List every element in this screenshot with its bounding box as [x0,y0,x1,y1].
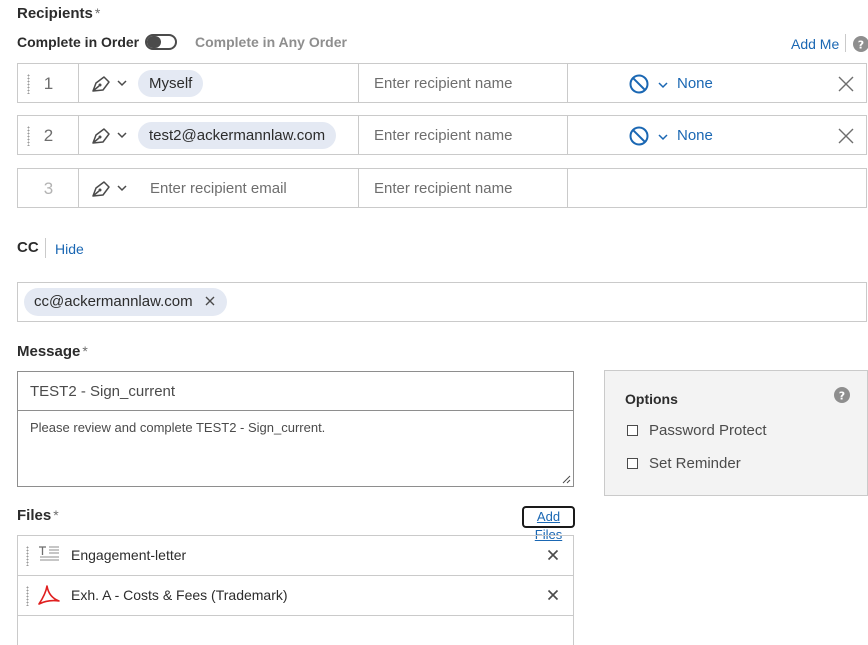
close-icon[interactable] [205,296,215,306]
file-name: Exh. A - Costs & Fees (Trademark) [71,587,288,603]
file-row: Exh. A - Costs & Fees (Trademark) [17,575,574,616]
auth-method-label: None [677,127,713,144]
remove-recipient-icon[interactable] [838,128,854,144]
options-panel: Options ? Password Protect Set Reminder [604,370,868,496]
block-icon [629,126,649,146]
complete-in-order-label: Complete in Order [17,34,140,50]
recipient-order-cell: 2 [18,116,79,154]
file-row [17,615,574,645]
message-heading: Message * [17,343,88,360]
options-title: Options [625,391,678,407]
svg-text:?: ? [839,390,845,403]
cc-hide-link[interactable]: Hide [55,241,84,257]
cc-input[interactable]: cc@ackermannlaw.com [17,282,867,322]
set-reminder-checkbox[interactable] [627,458,638,469]
chevron-down-icon[interactable] [116,182,128,194]
remove-file-icon[interactable] [547,549,559,561]
recipient-name-input[interactable]: Enter recipient name [374,127,512,144]
required-mark: * [94,5,101,21]
recipients-heading: Recipients * [17,5,100,22]
remove-file-icon[interactable] [547,589,559,601]
file-name: Engagement-letter [71,547,187,563]
recipient-order-cell: 3 [18,169,79,207]
recipient-email-input[interactable]: Enter recipient email [150,180,287,197]
recipient-number: 1 [43,74,54,93]
divider [845,34,846,52]
cc-chip[interactable]: cc@ackermannlaw.com [24,288,227,316]
svg-text:?: ? [858,39,864,52]
complete-any-order-label[interactable]: Complete in Any Order [195,34,347,50]
pdf-icon [38,585,60,605]
recipient-name-cell[interactable]: Enter recipient name [359,116,568,154]
recipient-name-input[interactable]: Enter recipient name [374,180,512,197]
auth-method-label: None [677,75,713,92]
drag-handle-icon[interactable] [26,546,29,566]
remove-recipient-icon[interactable] [838,76,854,92]
set-reminder-label: Set Reminder [649,455,741,472]
add-me-link[interactable]: Add Me [791,36,839,52]
message-body-text: Please review and complete TEST2 - Sign_… [30,420,326,435]
message-subject-input[interactable]: TEST2 - Sign_current [17,371,574,411]
recipient-order-cell: 1 [18,64,79,102]
message-title: Message [17,343,81,360]
recipient-row: 1 Myself Enter recipient name None [17,63,867,103]
signer-pen-icon[interactable] [90,74,112,94]
recipient-number: 2 [43,126,54,145]
password-protect-checkbox[interactable] [627,425,638,436]
recipient-chip[interactable]: test2@ackermannlaw.com [138,122,337,149]
recipient-chip[interactable]: Myself [138,70,204,97]
recipient-name-cell[interactable]: Enter recipient name [359,64,568,102]
question-circle-icon[interactable]: ? [834,387,850,408]
files-heading: Files * [17,507,59,524]
resize-handle-icon[interactable] [562,475,571,484]
add-files-button[interactable]: Add Files [522,506,575,542]
cc-title: CC [17,239,39,256]
message-body-textarea[interactable]: Please review and complete TEST2 - Sign_… [17,410,574,487]
recipient-row: 3 Enter recipient email Enter recipient … [17,168,867,208]
signer-pen-icon[interactable] [90,179,112,199]
recipient-name-input[interactable]: Enter recipient name [374,75,512,92]
recipient-email-cell[interactable]: test2@ackermannlaw.com [79,116,359,154]
recipient-number: 3 [43,179,54,198]
recipients-title: Recipients [17,5,93,22]
toggle-knob [147,36,161,48]
required-mark: * [82,343,88,359]
files-title: Files [17,507,52,524]
chevron-down-icon [658,82,668,89]
recipient-email-cell[interactable]: Myself [79,64,359,102]
chevron-down-icon[interactable] [116,129,128,141]
password-protect-label: Password Protect [649,422,767,439]
document-text-icon [39,546,59,561]
recipient-row: 2 test2@ackermannlaw.com Enter recipient… [17,115,867,155]
drag-handle-icon[interactable] [26,586,29,606]
chevron-down-icon [658,134,668,141]
required-mark: * [53,507,59,523]
signer-pen-icon[interactable] [90,126,112,146]
order-toggle[interactable] [145,34,177,50]
recipient-email-cell[interactable]: Enter recipient email [79,169,359,207]
block-icon [629,74,649,94]
chevron-down-icon[interactable] [116,77,128,89]
file-row: Engagement-letter [17,535,574,576]
divider [45,238,46,258]
recipient-name-cell[interactable]: Enter recipient name [359,169,568,207]
cc-chip-label: cc@ackermannlaw.com [34,293,193,310]
question-circle-icon[interactable]: ? [853,36,868,57]
